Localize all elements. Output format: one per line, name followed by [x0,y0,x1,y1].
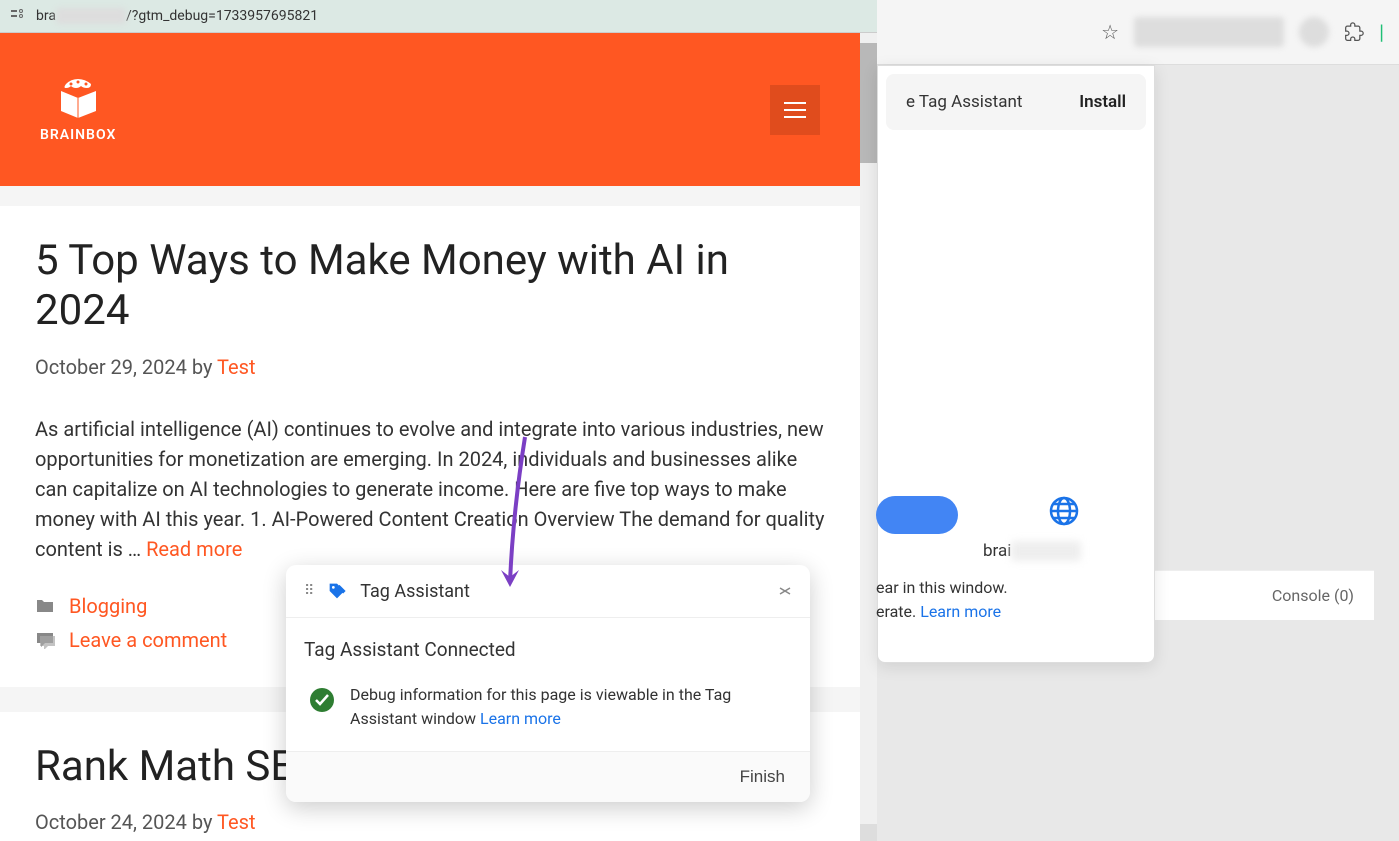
blue-pill-button[interactable] [876,496,958,534]
comment-link[interactable]: Leave a comment [69,628,227,652]
blurred-avatar [1299,17,1329,47]
article-title[interactable]: 5 Top Ways to Make Money with AI in 2024 [35,236,825,337]
author-link[interactable]: Test [217,355,255,379]
learn-more-link[interactable]: Learn more [920,602,1001,621]
tag-assistant-popup: ⠿ Tag Assistant Tag Assistant Connected … [286,565,810,802]
extensions-icon[interactable] [1344,22,1364,42]
browser-toolbar-right: ☆ | [877,0,1399,65]
collapse-icon[interactable] [778,584,792,598]
scrollbar-thumb[interactable] [860,43,877,163]
folder-icon [35,598,55,614]
drag-handle-icon[interactable]: ⠿ [304,583,314,599]
tag-assistant-icon [326,580,348,602]
status-message: Debug information for this page is viewa… [350,683,787,731]
console-label: Console (0) [1272,586,1354,605]
article-excerpt: As artificial intelligence (AI) continue… [35,414,825,564]
scrollbar-down[interactable] [860,824,877,841]
logo-text: BRAINBOX [40,127,116,143]
divider-icon: | [1379,20,1384,44]
article-meta: October 24, 2024 by Test [35,810,825,834]
site-settings-icon[interactable] [10,8,26,24]
site-logo[interactable]: BRAINBOX [40,76,116,143]
connection-status: Tag Assistant Connected [304,638,792,661]
site-header: BRAINBOX [0,33,860,186]
comment-icon [35,631,55,649]
install-button[interactable]: Install [1079,92,1126,112]
mobile-menu-button[interactable] [770,85,820,135]
globe-icon [1049,496,1079,526]
modal-header: e Tag Assistant Install [886,74,1146,130]
learn-more-link[interactable]: Learn more [480,709,561,728]
success-check-icon [309,687,335,713]
modal-info-text: ear in this window. erate. Learn more [876,576,1008,624]
brainbox-logo-icon [51,76,106,121]
scrollbar[interactable] [860,33,877,841]
popup-header: ⠿ Tag Assistant [286,565,810,618]
popup-title: Tag Assistant [360,581,766,602]
finish-button[interactable]: Finish [740,767,785,787]
article-meta: October 29, 2024 by Test [35,355,825,379]
category-link[interactable]: Blogging [69,594,147,618]
hamburger-icon [784,102,806,118]
tag-assistant-side-panel: e Tag Assistant Install brai ear in this… [877,65,1155,663]
author-link[interactable]: Test [217,810,255,834]
url-text: bra/?gtm_debug=1733957695821 [36,8,318,24]
blurred-extension [1134,17,1284,47]
modal-header-text: e Tag Assistant [906,92,1022,112]
read-more-link[interactable]: Read more [146,537,242,561]
bookmark-star-icon[interactable]: ☆ [1101,20,1119,44]
browser-address-bar[interactable]: bra/?gtm_debug=1733957695821 [0,0,877,33]
domain-text: brai [983,541,1081,561]
